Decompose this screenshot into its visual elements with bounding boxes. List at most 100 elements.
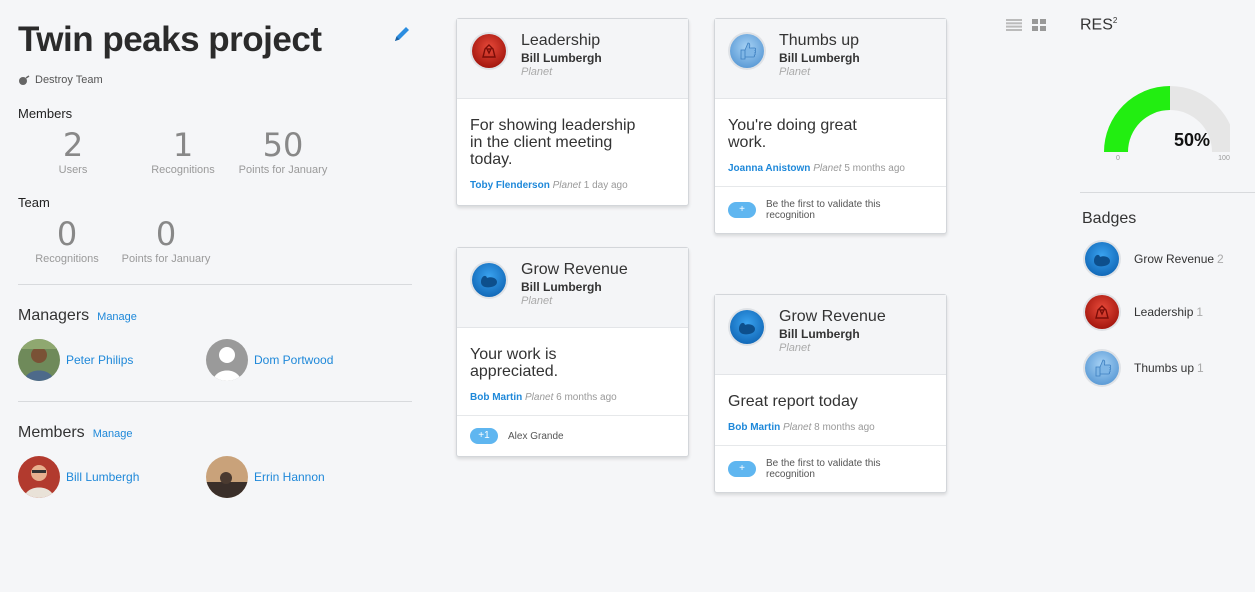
recognition-meta: Bob Martin Planet 6 months ago (470, 392, 675, 403)
divider (18, 284, 412, 285)
person-bill-lumbergh[interactable]: Bill Lumbergh (18, 456, 206, 498)
card-header: Grow Revenue Bill Lumbergh Planet (715, 295, 946, 375)
recognition-card[interactable]: Leadership Bill Lumbergh Planet For show… (456, 18, 689, 206)
card-body: Your work is appreciated. Bob Martin Pla… (457, 328, 688, 415)
person-peter-philips[interactable]: Peter Philips (18, 339, 206, 381)
managers-list: Peter Philips Dom Portwood (18, 339, 412, 381)
grow-revenue-icon (469, 260, 509, 300)
validator-name: Alex Grande (508, 430, 564, 442)
badge-name: Leadership (521, 32, 601, 49)
thumbs-up-icon (1082, 348, 1122, 388)
avatar (18, 339, 60, 381)
recognition-meta: Bob Martin Planet 8 months ago (728, 422, 933, 433)
giver-name: Bill Lumbergh (521, 51, 602, 65)
validate-button[interactable]: + (728, 461, 756, 477)
manage-managers-link[interactable]: Manage (97, 311, 137, 323)
stat-label: Recognitions (151, 164, 215, 176)
timestamp: 1 day ago (583, 180, 628, 191)
recognition-meta: Toby Flenderson Planet 1 day ago (470, 180, 675, 191)
stat-recognitions: 1 Recognitions (128, 129, 238, 177)
stat-value: 0 (155, 215, 177, 253)
validate-button[interactable]: +1 (470, 428, 498, 444)
recipient-link[interactable]: Toby Flenderson (470, 180, 550, 191)
list-view-icon[interactable] (1006, 18, 1022, 36)
stat-value: 0 (56, 215, 78, 253)
manage-members-link[interactable]: Manage (93, 428, 133, 440)
team-row[interactable]: Destroy Team (18, 74, 412, 86)
recipient-org: Planet (552, 180, 581, 191)
badge-item-thumbs-up[interactable]: Thumbs up 1 (1082, 348, 1204, 388)
recognition-card[interactable]: Grow Revenue Bill Lumbergh Planet Your w… (456, 247, 689, 457)
divider (1080, 192, 1255, 193)
badge-name: Thumbs up (779, 32, 860, 49)
stat-team-points: 0 Points for January (116, 218, 216, 266)
team-icon (19, 75, 30, 85)
members-header: Members Manage (18, 424, 412, 442)
recipient-org: Planet (813, 163, 842, 174)
members-title: Members (18, 424, 85, 441)
avatar (206, 456, 248, 498)
badges-title: Badges (1082, 210, 1137, 227)
members-stats: 2 Users 1 Recognitions 50 Points for Jan… (18, 129, 412, 177)
gauge-max: 100 (1218, 155, 1230, 162)
res-title: RES2 (1080, 16, 1117, 34)
giver-org: Planet (779, 342, 811, 354)
stat-points: 50 Points for January (238, 129, 328, 177)
stat-team-recognitions: 0 Recognitions (18, 218, 116, 266)
res-gauge: 50% 0 100 (1104, 86, 1230, 162)
stat-label: Users (58, 164, 88, 176)
validate-button[interactable]: + (728, 202, 756, 218)
badge-label: Grow Revenue 2 (1134, 252, 1224, 266)
card-header: Thumbs up Bill Lumbergh Planet (715, 19, 946, 99)
team-stats-label: Team (18, 195, 50, 210)
person-name: Peter Philips (66, 353, 134, 367)
badge-label: Leadership 1 (1134, 305, 1204, 319)
title-row: Twin peaks project (18, 14, 412, 70)
gauge-fill (1104, 86, 1170, 152)
person-dom-portwood[interactable]: Dom Portwood (206, 339, 394, 381)
grid-view-icon[interactable] (1032, 18, 1046, 36)
pencil-icon[interactable] (392, 24, 412, 44)
card-footer: + Be the first to validate this recognit… (715, 186, 946, 233)
badge-item-leadership[interactable]: Leadership 1 (1082, 292, 1203, 332)
badge-item-grow-revenue[interactable]: Grow Revenue 2 (1082, 239, 1224, 279)
grow-revenue-icon (1082, 239, 1122, 279)
timestamp: 5 months ago (844, 163, 905, 174)
stat-value: 50 (262, 126, 304, 164)
grow-revenue-icon (727, 307, 767, 347)
recipient-link[interactable]: Bob Martin (470, 392, 522, 403)
recipient-org: Planet (783, 422, 812, 433)
person-errin-hannon[interactable]: Errin Hannon (206, 456, 394, 498)
card-body: Great report today Bob Martin Planet 8 m… (715, 375, 946, 445)
card-footer: + Be the first to validate this recognit… (715, 445, 946, 492)
recipient-link[interactable]: Joanna Anistown (728, 163, 810, 174)
timestamp: 6 months ago (556, 392, 617, 403)
card-body: You're doing great work. Joanna Anistown… (715, 99, 946, 186)
person-name: Errin Hannon (254, 470, 325, 484)
avatar (18, 456, 60, 498)
res-label: RES (1080, 16, 1113, 34)
stat-value: 2 (62, 126, 84, 164)
gauge-value: 50% (1174, 130, 1210, 150)
project-panel: Twin peaks project Destroy Team Members … (18, 14, 412, 498)
recipient-org: Planet (525, 392, 554, 403)
badge-name: Grow Revenue (521, 261, 628, 278)
recognition-card[interactable]: Grow Revenue Bill Lumbergh Planet Great … (714, 294, 947, 493)
badge-name: Grow Revenue (779, 308, 886, 325)
recognition-message: For showing leadership in the client mee… (470, 117, 636, 168)
stat-label: Points for January (238, 164, 328, 176)
recipient-link[interactable]: Bob Martin (728, 422, 780, 433)
gauge-min: 0 (1116, 155, 1120, 162)
managers-header: Managers Manage (18, 307, 412, 325)
leadership-icon (469, 31, 509, 71)
stat-label: Recognitions (35, 253, 99, 265)
recognition-message: You're doing great work. (728, 117, 857, 151)
badge-label: Thumbs up 1 (1134, 361, 1204, 375)
validate-prompt: Be the first to validate this recognitio… (766, 458, 881, 480)
timestamp: 8 months ago (814, 422, 875, 433)
recognition-message: Great report today (728, 393, 858, 410)
page-title: Twin peaks project (18, 20, 322, 59)
recognition-card[interactable]: Thumbs up Bill Lumbergh Planet You're do… (714, 18, 947, 234)
divider (18, 401, 412, 402)
managers-title: Managers (18, 307, 90, 324)
